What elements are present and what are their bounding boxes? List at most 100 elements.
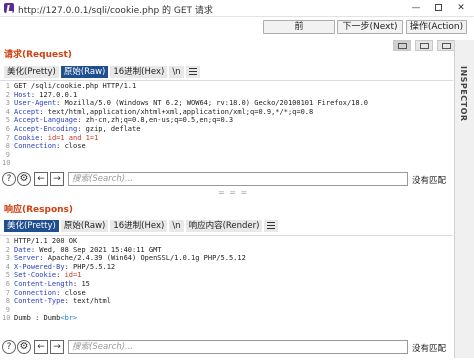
request-editor[interactable]: 1 GET /sqli/cookie.php HTTP/1.1 2 Host: 127… (0, 80, 453, 168)
line-number: 10 (2, 314, 11, 323)
split-vertical-layout-icon[interactable] (414, 40, 433, 51)
next-button[interactable]: 下一步(Next) (337, 20, 403, 34)
line-code: Accept-Language: zh-cn,zh;q=0.8,en-us;q=… (14, 116, 233, 124)
response-line: 1 HTTP/1.1 200 OK (0, 237, 453, 245)
gear-icon[interactable]: ⚙ (17, 340, 31, 354)
request-line: 1 GET /sqli/cookie.php HTTP/1.1 (0, 82, 453, 90)
response-line: 6 Content-Length: 15 (0, 280, 453, 288)
line-number: 6 (5, 125, 10, 133)
header-name: Host (14, 90, 31, 99)
header-name: Accept (14, 107, 40, 116)
close-window-button[interactable]: ✕ (450, 1, 472, 15)
hamburger-menu-icon[interactable] (264, 220, 279, 232)
request-tab-0[interactable]: 美化(Pretty) (4, 66, 59, 78)
line-code: Connection: close (14, 142, 86, 150)
pane-divider[interactable]: = = = (218, 188, 248, 197)
response-tab-2[interactable]: 16进制(Hex) (110, 220, 168, 232)
line-code: Connection: close (14, 289, 86, 297)
payload-value: id=1 (64, 271, 82, 280)
request-tab-3[interactable]: \n (169, 66, 184, 78)
text-value: : close (56, 288, 86, 297)
response-section-title: 响应(Respons) (4, 205, 74, 215)
layout-toggle-group (393, 40, 456, 52)
arrow-left-icon[interactable]: ← (34, 340, 48, 354)
line-number: 6 (5, 280, 10, 288)
text-value: : Mozilla/5.0 (Windows NT 6.2; WOW64; rv… (56, 99, 369, 108)
minimize-button[interactable]: — (405, 1, 427, 15)
split-horizontal-layout-icon[interactable] (393, 40, 411, 51)
action-button[interactable]: 操作(Action) (406, 20, 467, 34)
help-icon[interactable]: ? (2, 172, 16, 186)
response-line: 4 X-Powered-By: PHP/5.5.12 (0, 263, 453, 271)
maximize-button[interactable] (427, 1, 449, 15)
response-tab-0[interactable]: 美化(Pretty) (4, 220, 59, 232)
inspector-label: INSPECTOR (459, 66, 468, 122)
previous-button[interactable]: 前 (263, 20, 335, 34)
line-code: Cookie: id=1 and 1=1 (14, 134, 98, 142)
line-number: 1 (5, 82, 10, 90)
text-value: GET /sqli/cookie.php HTTP/1.1 (14, 82, 137, 90)
text-value: HTTP/1.1 200 OK (14, 237, 78, 245)
request-line: 5 Accept-Language: zh-cn,zh;q=0.8,en-us;q… (0, 116, 453, 124)
header-name: Content-Length (14, 280, 74, 288)
title-bar: http://127.0.0.1/sqli/cookie.php 的 GET 请… (0, 0, 474, 17)
maximize-icon (434, 4, 442, 11)
line-number: 8 (5, 297, 10, 306)
header-name: Accept-Encoding (14, 125, 78, 133)
request-section-title: 请求(Request) (4, 50, 72, 60)
line-code: Accept-Encoding: gzip, deflate (14, 125, 140, 133)
response-line: 10 Dumb : Dumb<br> (0, 314, 453, 322)
line-number: 1 (5, 237, 10, 245)
payload-value: id=1 and 1=1 (47, 133, 99, 142)
line-number: 3 (5, 99, 10, 108)
help-icon[interactable]: ? (2, 340, 16, 354)
response-line: 2 Date: Wed, 08 Sep 2021 15:40:11 GMT (0, 246, 453, 254)
arrow-right-icon[interactable]: → (50, 340, 64, 354)
line-number: 7 (5, 133, 10, 142)
response-line: 7 Connection: close (0, 289, 453, 297)
line-number: 4 (5, 262, 10, 271)
request-search-input[interactable]: 搜索(Search)... (68, 172, 408, 186)
text-value: : text/html,application/xhtml+xml,applic… (39, 107, 314, 116)
header-name: Server (14, 254, 40, 263)
response-tab-1[interactable]: 原始(Raw) (60, 220, 109, 232)
hamburger-menu-icon[interactable] (185, 66, 200, 78)
gear-icon[interactable]: ⚙ (17, 172, 31, 186)
text-value: : 15 (73, 280, 90, 288)
single-pane-layout-icon[interactable] (436, 40, 455, 51)
response-search-input[interactable]: 搜索(Search)... (68, 340, 408, 354)
request-tab-2[interactable]: 16进制(Hex) (110, 66, 168, 78)
line-number: 5 (5, 116, 10, 125)
line-code: Accept: text/html,application/xhtml+xml,… (14, 108, 313, 116)
line-number: 8 (5, 142, 10, 151)
text-value: : (39, 133, 48, 142)
arrow-left-icon[interactable]: ← (34, 172, 48, 186)
window-title: http://127.0.0.1/sqli/cookie.php 的 GET 请… (18, 6, 213, 16)
request-line: 7 Cookie: id=1 and 1=1 (0, 134, 453, 142)
line-number: 7 (5, 288, 10, 297)
request-search-bar: ? ⚙ ← → 搜索(Search)... 没有匹配 (0, 171, 453, 188)
text-value: : (56, 271, 65, 280)
request-line: 9 (0, 151, 453, 159)
response-editor[interactable]: 1 HTTP/1.1 200 OK 2 Date: Wed, 08 Sep 2021 … (0, 235, 453, 328)
response-line: 9 (0, 306, 453, 314)
text-value: : PHP/5.5.12 (64, 262, 116, 271)
response-tab-3[interactable]: \n (169, 220, 184, 232)
line-code: Host: 127.0.0.1 (14, 91, 77, 99)
response-tab-4[interactable]: 响应内容(Render) (185, 220, 263, 232)
arrow-right-icon[interactable]: → (50, 172, 64, 186)
line-code: Set-Cookie: id=1 (14, 271, 81, 279)
text-value: : Wed, 08 Sep 2021 15:40:11 GMT (30, 245, 162, 254)
request-line: 6 Accept-Encoding: gzip, deflate (0, 125, 453, 133)
inspector-panel[interactable]: INSPECTOR (454, 40, 474, 358)
line-number: 2 (5, 245, 10, 254)
html-tag: <br> (60, 314, 78, 323)
response-line: 3 Server: Apache/2.4.39 (Win64) OpenSSL/1… (0, 254, 453, 262)
header-name: Cookie (14, 133, 40, 142)
line-code: HTTP/1.1 200 OK (14, 237, 77, 245)
line-number: 4 (5, 107, 10, 116)
text-value: Dumb : Dumb (14, 314, 61, 323)
header-name: Set-Cookie (14, 271, 57, 280)
header-name: Connection (14, 142, 57, 151)
request-tab-1[interactable]: 原始(Raw) (60, 66, 109, 78)
